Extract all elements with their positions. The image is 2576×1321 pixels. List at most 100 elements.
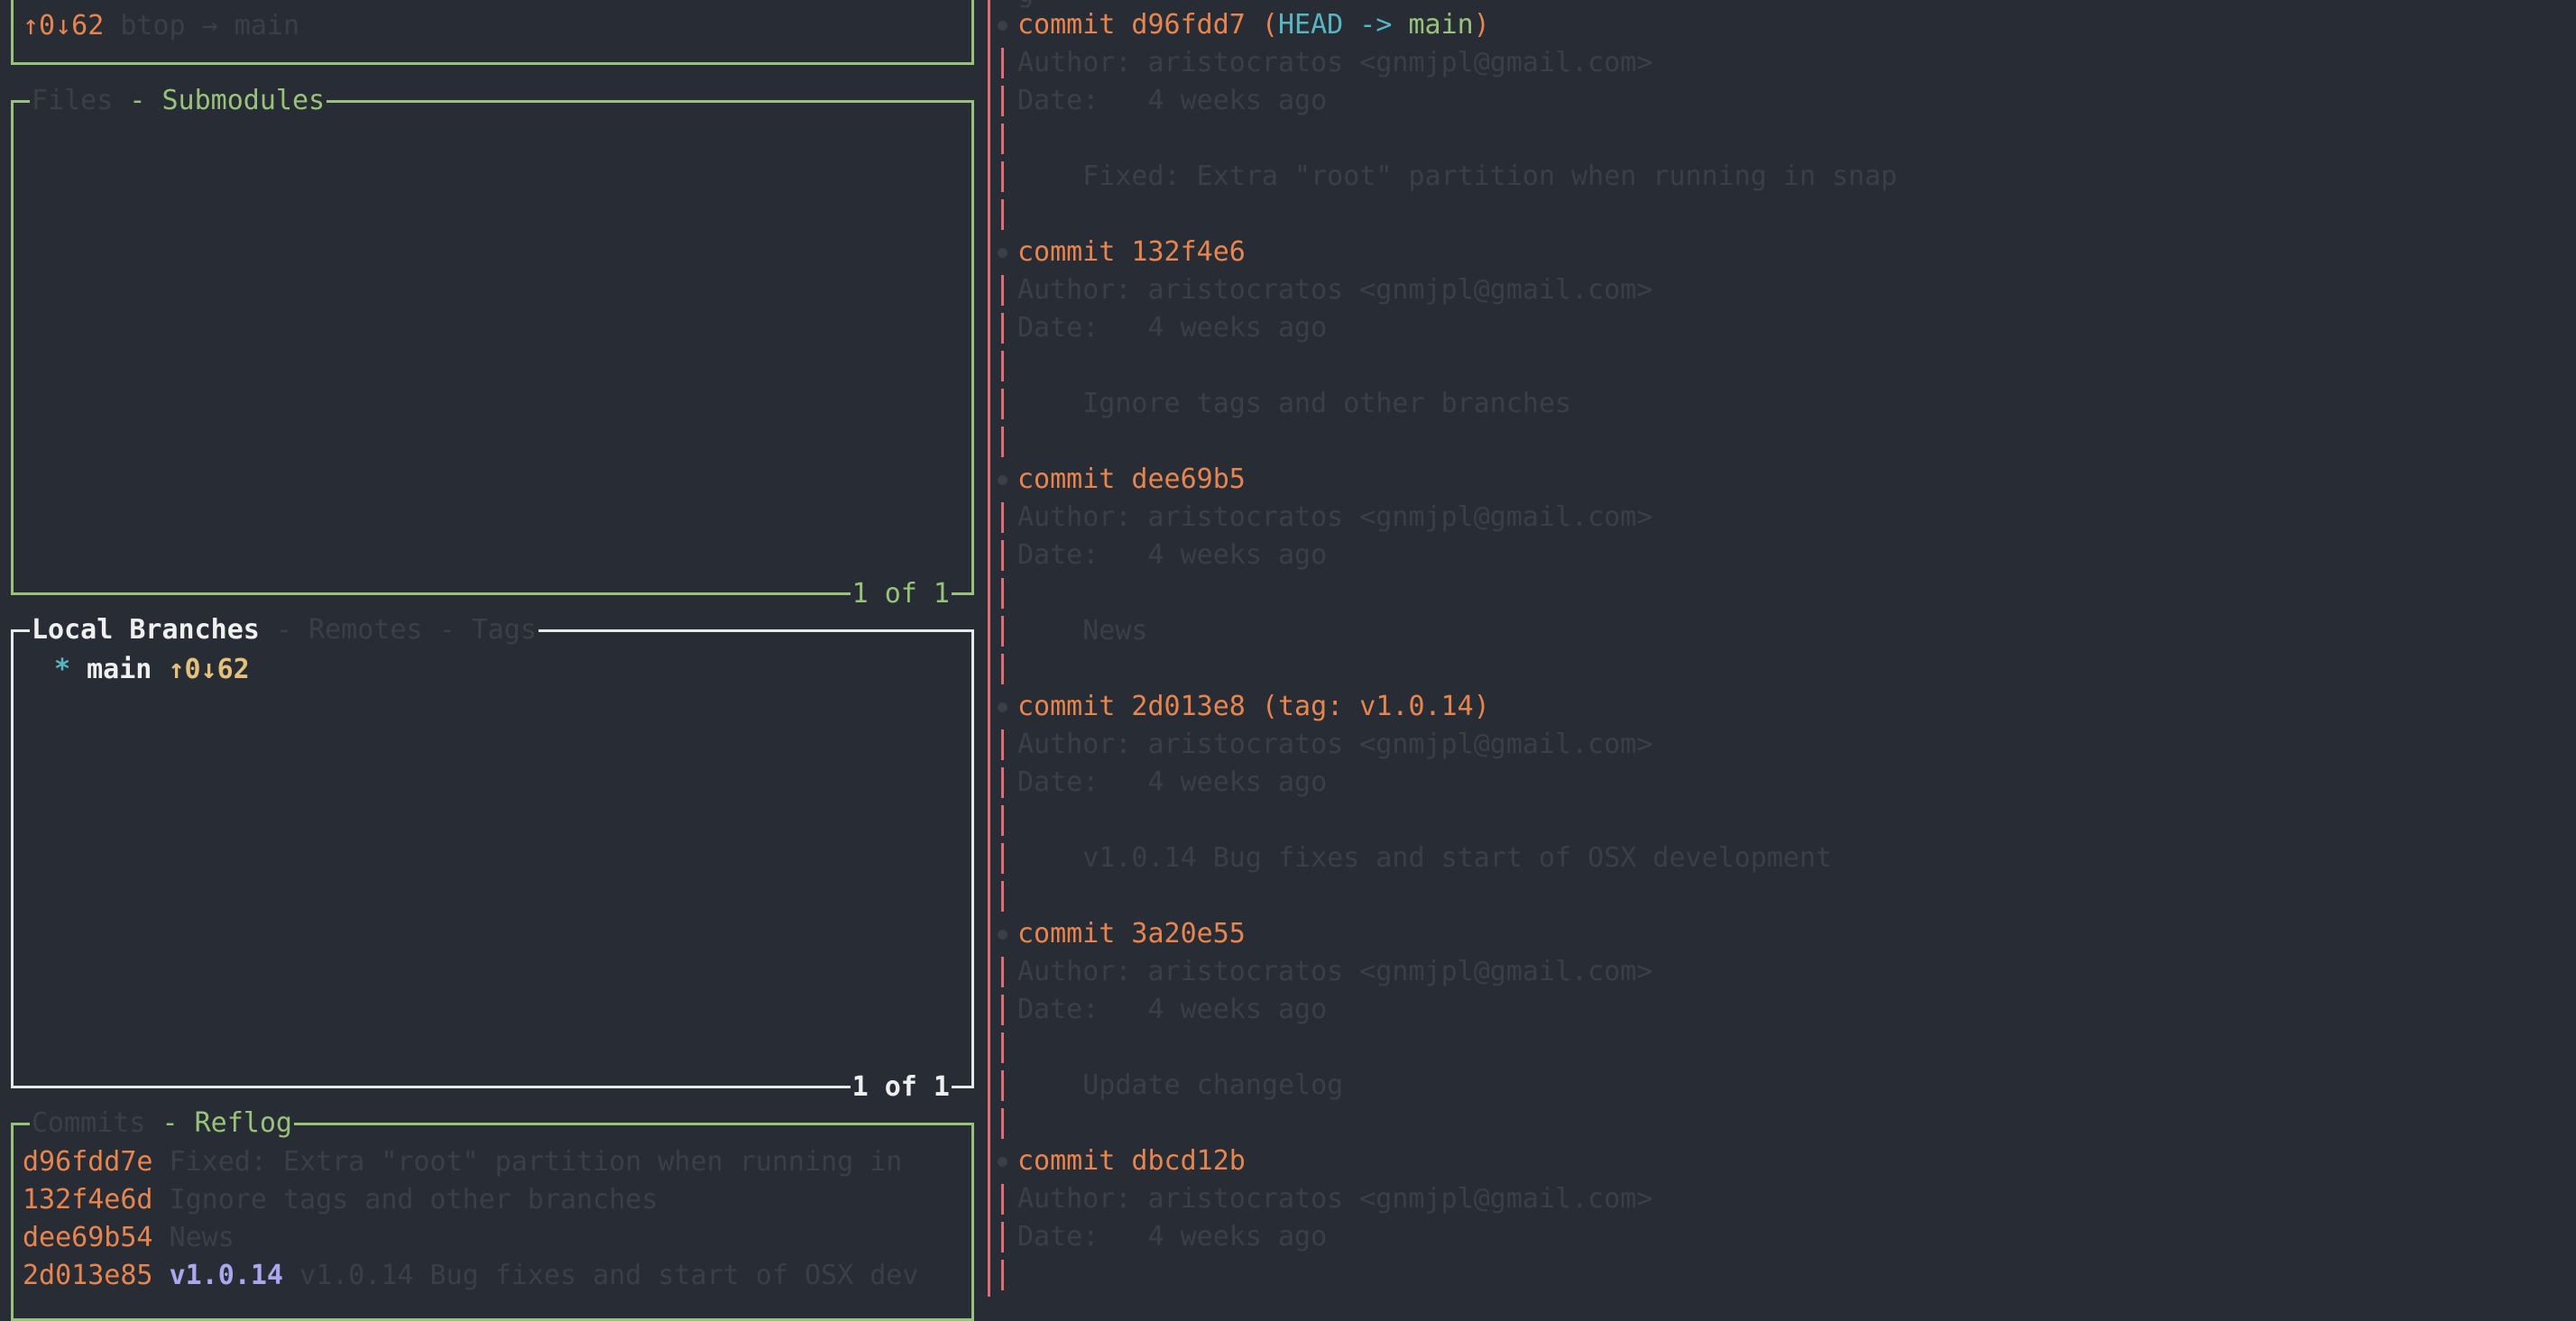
commit-hash: d96fdd7e [23,1146,153,1178]
graph-line [1001,767,1004,798]
log-author: Author: aristocratos <gnmjpl@gmail.com> [1017,956,1653,987]
log-commit-label: commit 3a20e55 [1017,918,1246,949]
tab-remotes[interactable]: Remotes [308,614,422,646]
log-message: v1.0.14 Bug fixes and start of OSX devel… [1017,842,1833,874]
log-commit-label: commit d96fdd7 [1017,9,1246,41]
log-author: Author: aristocratos <gnmjpl@gmail.com> [1017,274,1653,306]
commit-message: Fixed: Extra "root" partition when runni… [169,1146,903,1178]
graph-node [998,248,1007,258]
graph-node [998,702,1007,712]
files-panel-title: Files - Submodules [30,82,327,120]
tab-reflog[interactable]: Reflog [195,1107,292,1139]
log-commit-label: commit 132f4e6 [1017,236,1246,268]
log-date: Date: 4 weeks ago [1017,539,1328,571]
log-date: Date: 4 weeks ago [1017,1221,1328,1252]
commit-message: Ignore tags and other branches [169,1184,658,1216]
graph-node [998,21,1007,31]
graph-line [1001,843,1004,874]
graph-line [1001,540,1004,571]
files-panel[interactable]: Files - Submodules 1 of 1 [11,82,974,613]
log-head-ref: HEAD -> [1278,9,1393,41]
status-line: ↑0↓62 btop → main [23,7,299,45]
graph-line [1001,578,1004,609]
log-message: News [1017,615,1148,647]
commit-hash: 2d013e85 [23,1260,153,1291]
branch-row[interactable]: * main ↑0↓62 [54,651,250,689]
commit-hash: dee69b54 [23,1222,153,1253]
status-arrows: ↑0↓62 [23,10,105,41]
commits-panel-title: Commits - Reflog [30,1105,294,1142]
log-refs-open: ( [1245,9,1278,41]
log-author: Author: aristocratos <gnmjpl@gmail.com> [1017,501,1653,533]
commit-message: v1.0.14 Bug fixes and start of OSX dev [299,1260,919,1291]
graph-line [1001,199,1004,230]
graph-line [1001,427,1004,457]
log-message: Ignore tags and other branches [1017,388,1572,419]
tab-files[interactable]: Files [32,85,113,116]
log-author: Author: aristocratos <gnmjpl@gmail.com> [1017,47,1653,78]
graph-line [1001,1070,1004,1101]
branches-panel-title: Local Branches - Remotes - Tags [30,611,538,649]
current-branch-marker: * [54,654,71,685]
commit-tag: v1.0.14 [169,1260,283,1291]
branch-arrows: ↑0↓62 [168,654,250,685]
log-refs-close: ) [1473,9,1490,41]
title-separator: - [275,614,292,646]
graph-line [1001,1260,1004,1290]
branches-panel-footer: 1 of 1 [850,1069,952,1106]
graph-line [1001,1222,1004,1252]
log-author: Author: aristocratos <gnmjpl@gmail.com> [1017,729,1653,760]
branches-panel[interactable]: Local Branches - Remotes - Tags * main ↑… [11,611,974,1106]
tab-local-branches[interactable]: Local Branches [32,614,260,646]
graph-line [1001,881,1004,912]
log-message: Update changelog [1017,1069,1344,1101]
graph-line [1001,1184,1004,1215]
status-panel[interactable]: ↑0↓62 btop → main [11,0,974,65]
log-commit-label: commit 2d013e8 (tag: v1.0.14) [1017,691,1490,722]
log-date: Date: 4 weeks ago [1017,766,1328,798]
commit-message: News [169,1222,235,1253]
pane-divider [988,0,990,1297]
title-separator: - [438,614,455,646]
graph-line [1001,1032,1004,1063]
graph-line [1001,502,1004,533]
graph-line [1001,805,1004,836]
graph-line [1001,389,1004,419]
commit-row[interactable]: 132f4e6d Ignore tags and other branches [23,1181,658,1219]
graph-line [1001,616,1004,647]
log-branch-ref: main [1392,9,1474,41]
graph-line [1001,1108,1004,1139]
graph-node [998,930,1007,940]
graph-line [1001,275,1004,306]
graph-node [998,1157,1007,1167]
log-date: Date: 4 weeks ago [1017,312,1328,344]
tab-tags[interactable]: Tags [472,614,537,646]
graph-line [1001,351,1004,381]
commit-row[interactable]: dee69b54 News [23,1219,235,1257]
branch-name: main [87,654,152,685]
commit-row[interactable]: d96fdd7e Fixed: Extra "root" partition w… [23,1143,902,1181]
graph-line [1001,654,1004,684]
commit-row[interactable]: 2d013e85 v1.0.14 v1.0.14 Bug fixes and s… [23,1257,918,1295]
log-commit-label: commit dbcd12b [1017,1145,1246,1177]
graph-line [1001,957,1004,987]
commits-panel[interactable]: Commits - Reflog d96fdd7e Fixed: Extra "… [11,1105,974,1321]
log-author: Author: aristocratos <gnmjpl@gmail.com> [1017,1183,1653,1215]
log-commit-label: commit dee69b5 [1017,463,1246,495]
graph-line [1001,995,1004,1025]
log-date: Date: 4 weeks ago [1017,85,1328,116]
log-date: Date: 4 weeks ago [1017,994,1328,1025]
tab-submodules[interactable]: Submodules [162,85,326,116]
graph-line [1001,161,1004,192]
files-panel-footer: 1 of 1 [850,575,952,613]
status-repo: btop → main [120,10,300,41]
graph-line [1001,729,1004,760]
title-separator: - [161,1107,179,1139]
graph-node [998,475,1007,485]
tab-commits[interactable]: Commits [32,1107,145,1139]
log-commit-header: commit d96fdd7 (HEAD -> main) [1017,6,1490,44]
graph-line [1001,124,1004,154]
log-message: Fixed: Extra "root" partition when runni… [1017,161,1898,192]
title-separator: - [129,85,146,116]
commit-hash: 132f4e6d [23,1184,153,1216]
